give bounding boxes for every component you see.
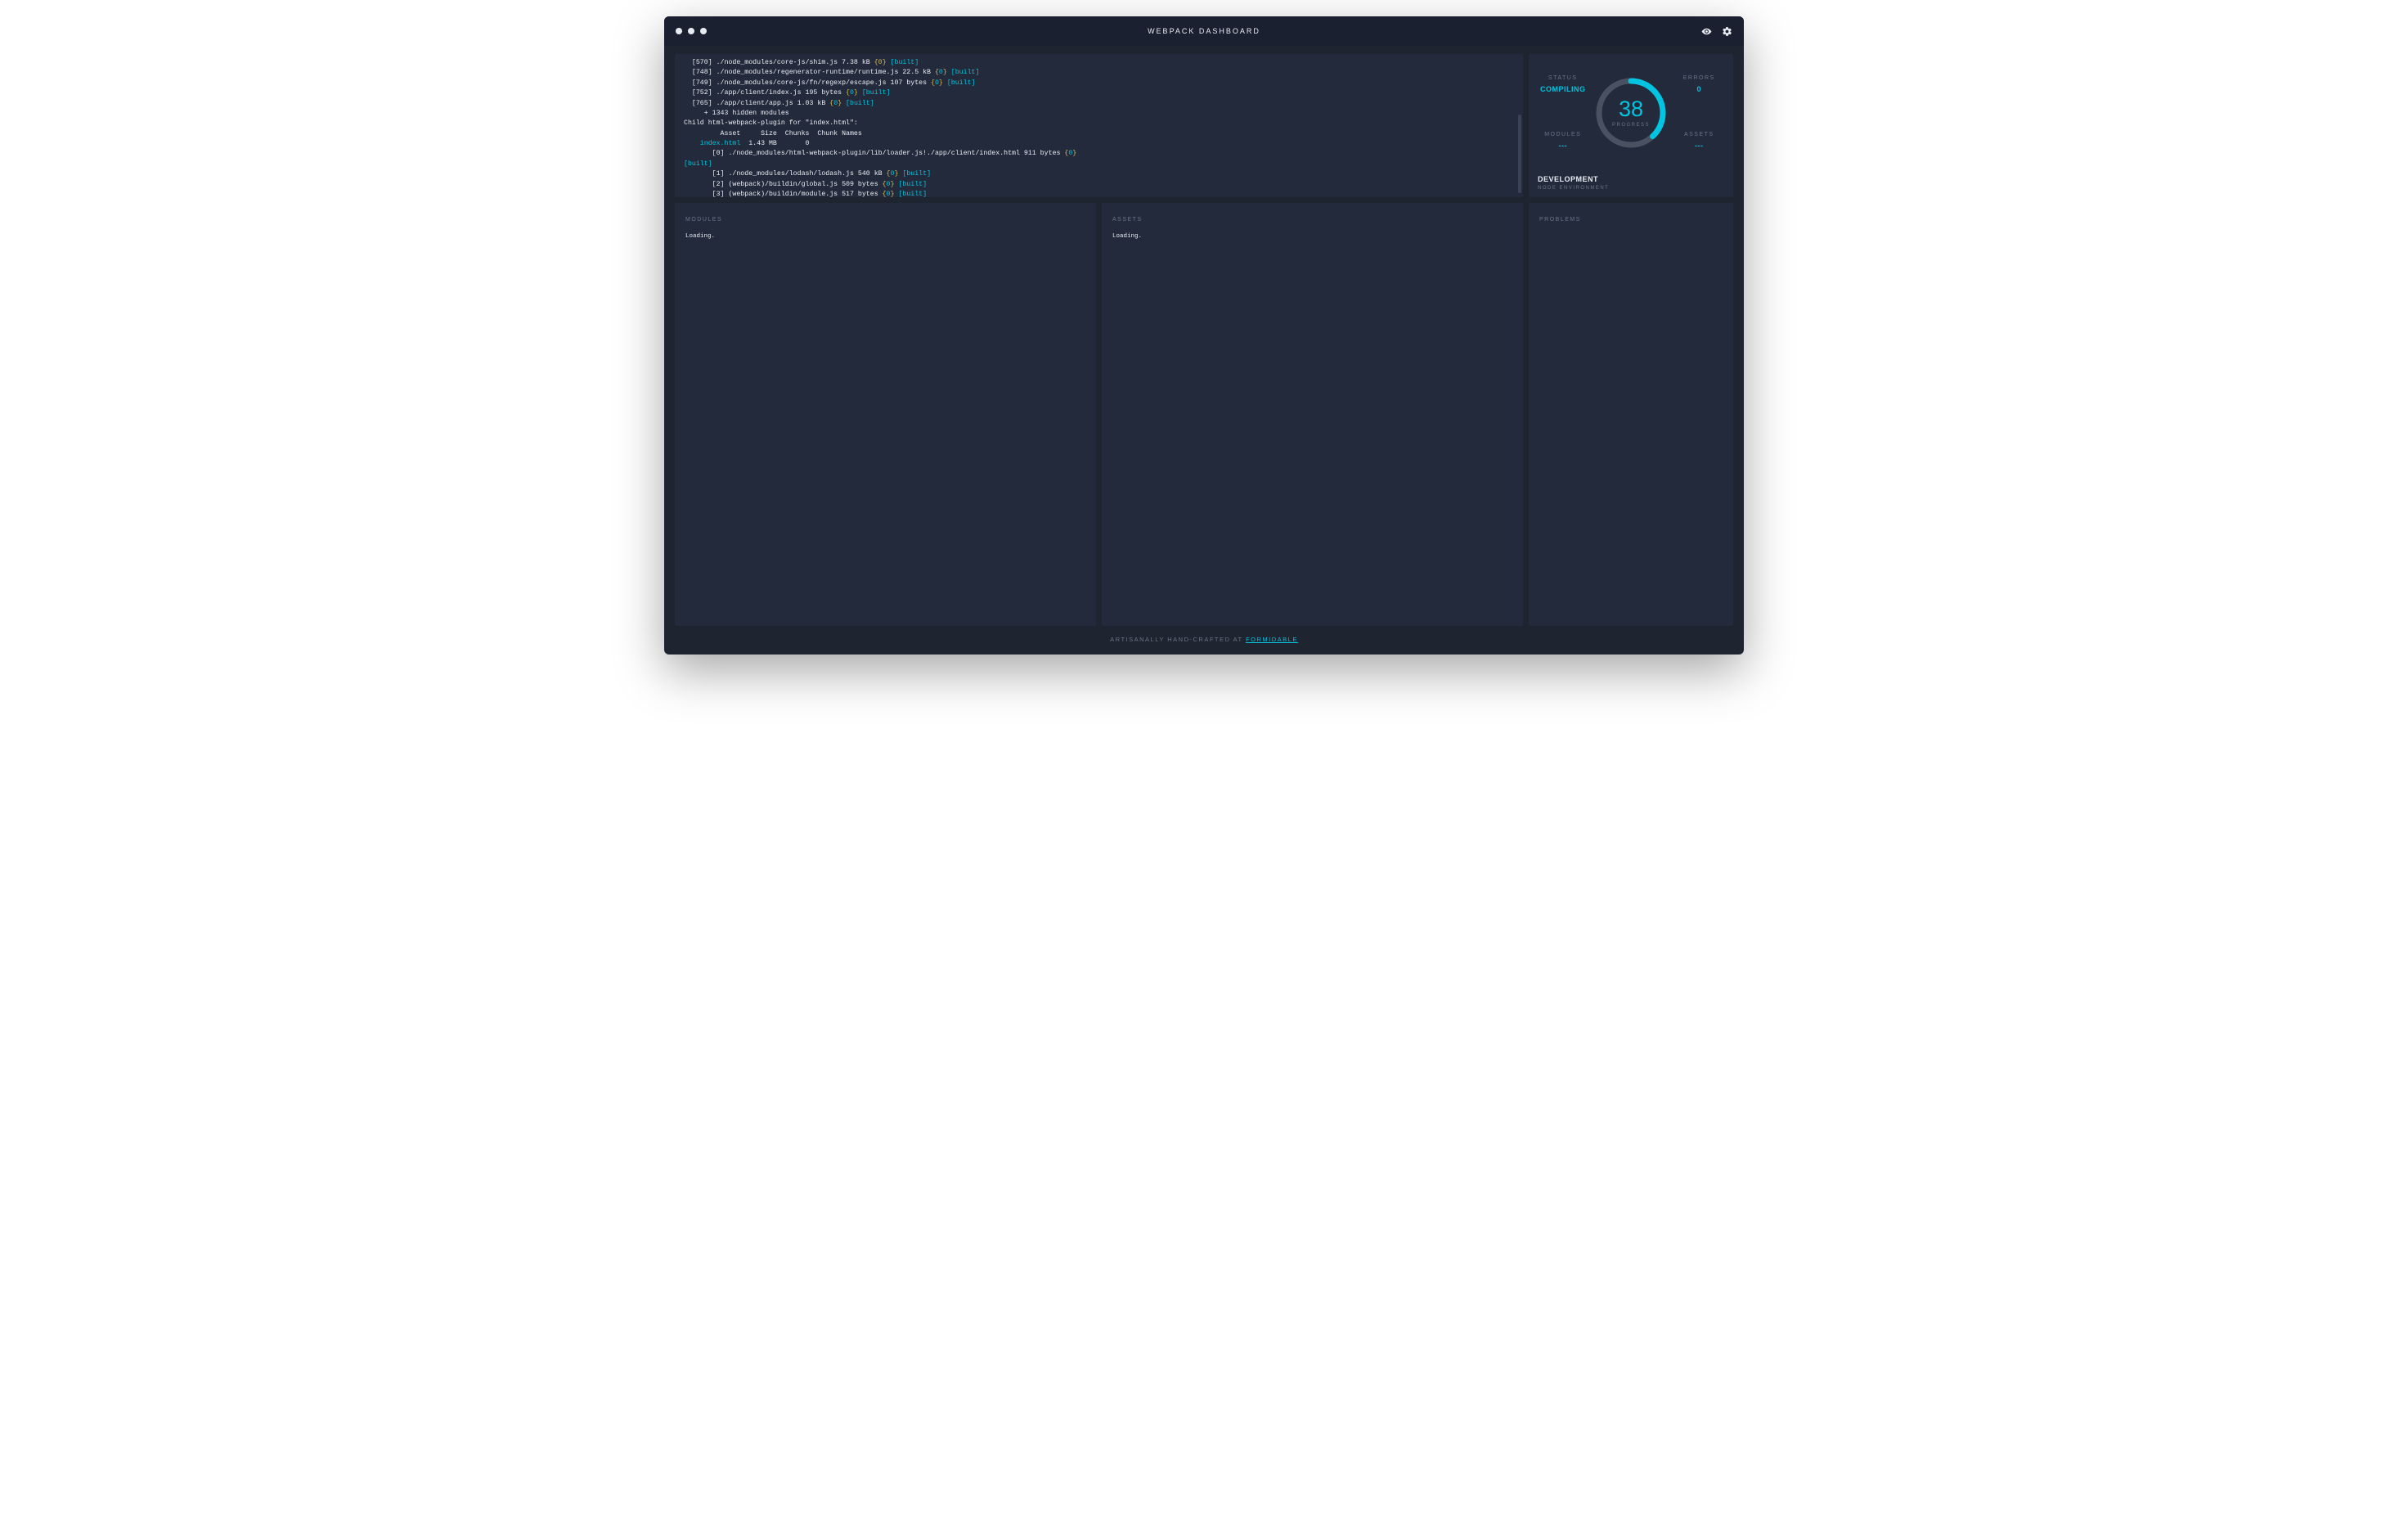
errors-label: ERRORS: [1683, 75, 1715, 81]
assets-value: ---: [1695, 142, 1704, 150]
assets-panel-body: Loading.: [1112, 233, 1512, 240]
status-metrics: STATUS COMPILING MODULES --- 38: [1529, 54, 1733, 169]
modules-panel: MODULES Loading.: [675, 203, 1096, 626]
progress-label: PROGRESS: [1612, 123, 1650, 128]
assets-label: ASSETS: [1684, 132, 1714, 137]
modules-label: MODULES: [1544, 132, 1581, 137]
status-block: STATUS COMPILING: [1540, 75, 1586, 93]
status-panel: STATUS COMPILING MODULES --- 38: [1529, 54, 1733, 197]
environment-sub: NODE ENVIRONMENT: [1538, 186, 1609, 191]
titlebar: WEBPACK DASHBOARD: [664, 16, 1744, 46]
modules-panel-title: MODULES: [685, 217, 1085, 223]
assets-panel-title: ASSETS: [1112, 217, 1512, 223]
problems-panel: PROBLEMS: [1529, 203, 1733, 626]
close-window-dot[interactable]: [676, 28, 682, 34]
assets-panel: ASSETS Loading.: [1102, 203, 1523, 626]
progress-center: 38 PROGRESS: [1593, 64, 1670, 161]
modules-block: MODULES ---: [1544, 132, 1581, 150]
errors-block: ERRORS 0: [1683, 75, 1715, 93]
main-content: [570] ./node_modules/core-js/shim.js 7.3…: [664, 46, 1744, 626]
status-right-col: ERRORS 0 ASSETS ---: [1670, 64, 1729, 161]
status-label: STATUS: [1548, 75, 1578, 81]
footer-link[interactable]: FORMIDABLE: [1246, 636, 1298, 643]
environment-name: DEVELOPMENT: [1538, 175, 1724, 183]
status-value: COMPILING: [1540, 85, 1586, 93]
log-panel: [570] ./node_modules/core-js/shim.js 7.3…: [675, 54, 1523, 197]
environment-bar: DEVELOPMENT NODE ENVIRONMENT: [1529, 169, 1733, 197]
settings-icon[interactable]: [1722, 26, 1732, 37]
minimize-window-dot[interactable]: [688, 28, 694, 34]
visibility-icon[interactable]: [1701, 26, 1712, 37]
app-window: WEBPACK DASHBOARD [570] ./node_modules/c…: [664, 16, 1744, 655]
modules-value: ---: [1559, 142, 1568, 150]
log-scrollbar[interactable]: [1518, 57, 1521, 194]
modules-panel-body: Loading.: [685, 233, 1085, 240]
footer-text: ARTISANALLY HAND-CRAFTED AT: [1110, 636, 1246, 643]
build-log[interactable]: [570] ./node_modules/core-js/shim.js 7.3…: [675, 54, 1523, 197]
log-scrollbar-thumb[interactable]: [1518, 115, 1521, 194]
errors-value: 0: [1696, 85, 1701, 93]
status-left-col: STATUS COMPILING MODULES ---: [1534, 64, 1593, 161]
window-controls: [676, 28, 707, 34]
progress-ring: 38 PROGRESS: [1593, 64, 1670, 161]
app-title: WEBPACK DASHBOARD: [664, 27, 1744, 35]
progress-value: 38: [1619, 98, 1643, 120]
maximize-window-dot[interactable]: [700, 28, 707, 34]
titlebar-actions: [1701, 26, 1732, 37]
problems-panel-title: PROBLEMS: [1539, 217, 1723, 223]
footer: ARTISANALLY HAND-CRAFTED AT FORMIDABLE: [664, 626, 1744, 655]
assets-block: ASSETS ---: [1684, 132, 1714, 150]
